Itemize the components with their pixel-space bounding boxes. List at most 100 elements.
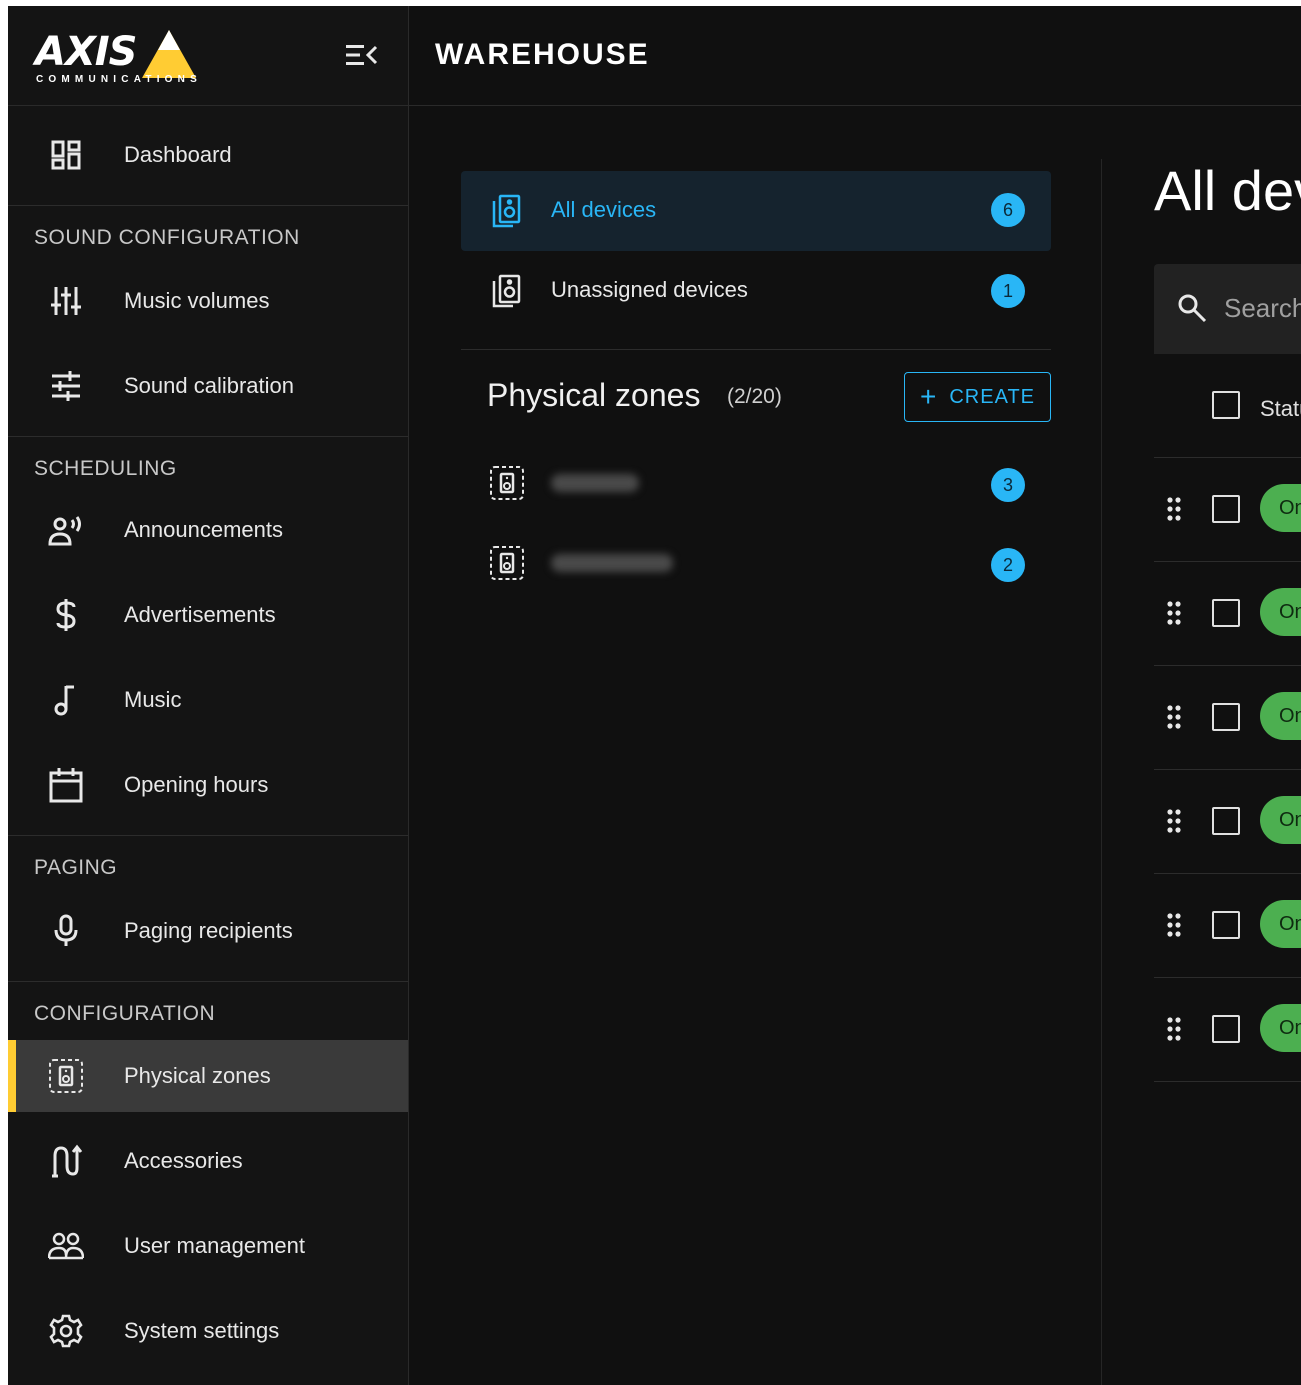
sidebar-item-system-settings[interactable]: System settings xyxy=(8,1295,408,1367)
device-row[interactable]: Online xyxy=(1154,666,1301,770)
menu-collapse-icon xyxy=(346,45,378,65)
divider xyxy=(8,835,408,836)
device-count-badge: 1 xyxy=(991,274,1025,308)
device-count-badge: 6 xyxy=(991,193,1025,227)
divider xyxy=(8,436,408,437)
logo-area: AXIS COMMUNICATIONS xyxy=(8,6,408,106)
row-checkbox[interactable] xyxy=(1212,703,1240,731)
site-title: WAREHOUSE xyxy=(435,38,650,71)
create-zone-button[interactable]: + CREATE xyxy=(904,372,1051,422)
drag-handle-icon[interactable] xyxy=(1166,808,1182,834)
section-sound-configuration: SOUND CONFIGURATION xyxy=(34,226,300,249)
sidebar: AXIS COMMUNICATIONS Dashboard SOUND CONF… xyxy=(8,6,409,1385)
sidebar-item-user-management[interactable]: User management xyxy=(8,1210,408,1282)
sidebar-item-music-volumes[interactable]: Music volumes xyxy=(8,265,408,337)
row-checkbox[interactable] xyxy=(1212,911,1240,939)
sidebar-item-label: Physical zones xyxy=(124,1063,271,1088)
drag-handle-icon[interactable] xyxy=(1166,704,1182,730)
status-badge: Online xyxy=(1260,900,1301,948)
drag-handle-icon[interactable] xyxy=(1166,1016,1182,1042)
status-badge: Online xyxy=(1260,588,1301,636)
create-button-label: CREATE xyxy=(949,385,1035,408)
row-checkbox[interactable] xyxy=(1212,807,1240,835)
brand-logo: AXIS xyxy=(35,29,137,75)
search-input[interactable] xyxy=(1224,290,1301,326)
zone-item-all-devices[interactable]: All devices 6 xyxy=(461,171,1051,251)
physical-zones-count: (2/20) xyxy=(727,385,782,408)
status-column-header[interactable]: Status xyxy=(1260,396,1301,422)
sliders-vertical-icon xyxy=(48,283,84,319)
accessories-icon xyxy=(48,1143,84,1179)
select-all-checkbox[interactable] xyxy=(1212,391,1240,419)
physical-zones-title: Physical zones xyxy=(487,377,701,413)
row-checkbox[interactable] xyxy=(1212,599,1240,627)
device-row[interactable]: Online xyxy=(1154,978,1301,1082)
zone-speaker-icon xyxy=(490,466,524,500)
status-badge: Online xyxy=(1260,1004,1301,1052)
device-count-badge: 3 xyxy=(991,468,1025,502)
sidebar-item-label: Accessories xyxy=(124,1148,243,1173)
app-window: AXIS COMMUNICATIONS Dashboard SOUND CONF… xyxy=(8,6,1301,1385)
section-scheduling: SCHEDULING xyxy=(34,457,177,480)
tune-icon xyxy=(48,368,84,404)
device-count-badge: 2 xyxy=(991,548,1025,582)
device-row[interactable]: Online xyxy=(1154,458,1301,562)
zone-speaker-icon xyxy=(48,1058,84,1094)
status-badge: Online xyxy=(1260,484,1301,532)
zone-item-label: Unassigned devices xyxy=(551,277,748,302)
devices-title: All devices xyxy=(1154,159,1301,222)
section-configuration: CONFIGURATION xyxy=(34,1002,216,1025)
sidebar-item-label: Music xyxy=(124,687,182,712)
device-row[interactable]: Online xyxy=(1154,562,1301,666)
divider xyxy=(8,981,408,982)
drag-handle-icon[interactable] xyxy=(1166,600,1182,626)
device-search xyxy=(1154,264,1301,354)
divider xyxy=(461,349,1051,350)
drag-handle-icon[interactable] xyxy=(1166,496,1182,522)
music-note-icon xyxy=(48,682,84,718)
status-badge: Online xyxy=(1260,692,1301,740)
speakers-icon xyxy=(492,274,521,308)
sidebar-item-label: Music volumes xyxy=(124,288,270,313)
zone-item-label: All devices xyxy=(551,197,657,222)
device-row[interactable]: Online xyxy=(1154,770,1301,874)
divider xyxy=(8,205,408,206)
status-badge: Online xyxy=(1260,796,1301,844)
zone-item-physical-zone[interactable]: 3 xyxy=(461,443,1051,523)
sidebar-item-label: User management xyxy=(124,1233,305,1258)
drag-handle-icon[interactable] xyxy=(1166,912,1182,938)
device-row[interactable]: Online xyxy=(1154,874,1301,978)
top-bar: WAREHOUSE xyxy=(409,6,1301,106)
sidebar-item-sound-calibration[interactable]: Sound calibration xyxy=(8,350,408,422)
sidebar-item-dashboard[interactable]: Dashboard xyxy=(8,119,408,191)
microphone-icon xyxy=(48,913,84,949)
sidebar-item-label: Opening hours xyxy=(124,772,269,797)
dashboard-icon xyxy=(48,137,84,173)
collapse-menu-button[interactable] xyxy=(344,42,380,68)
sidebar-item-label: System settings xyxy=(124,1318,280,1343)
row-checkbox[interactable] xyxy=(1212,495,1240,523)
sidebar-item-label: Dashboard xyxy=(124,142,232,167)
speakers-icon xyxy=(492,194,521,228)
sidebar-item-physical-zones[interactable]: Physical zones xyxy=(8,1040,408,1112)
sidebar-item-accessories[interactable]: Accessories xyxy=(8,1125,408,1197)
zone-item-unassigned-devices[interactable]: Unassigned devices 1 xyxy=(461,251,1051,331)
calendar-icon xyxy=(48,767,84,803)
section-paging: PAGING xyxy=(34,856,118,879)
sidebar-item-label: Advertisements xyxy=(124,602,276,627)
row-checkbox[interactable] xyxy=(1212,1015,1240,1043)
sidebar-item-label: Sound calibration xyxy=(124,373,295,398)
sidebar-item-paging-recipients[interactable]: Paging recipients xyxy=(8,895,408,967)
sidebar-item-announcements[interactable]: Announcements xyxy=(8,494,408,566)
sidebar-item-opening-hours[interactable]: Opening hours xyxy=(8,749,408,821)
blurred-zone-name xyxy=(551,554,673,572)
sidebar-item-advertisements[interactable]: Advertisements xyxy=(8,579,408,651)
sidebar-item-label: Paging recipients xyxy=(124,918,293,943)
plus-icon: + xyxy=(920,381,938,412)
brand-logo-subtitle: COMMUNICATIONS xyxy=(36,74,202,85)
sidebar-item-music[interactable]: Music xyxy=(8,664,408,736)
panel-divider xyxy=(1101,159,1102,1385)
axis-triangle-icon xyxy=(142,30,196,78)
zone-item-physical-zone[interactable]: 2 xyxy=(461,523,1051,603)
dollar-icon xyxy=(48,597,84,633)
